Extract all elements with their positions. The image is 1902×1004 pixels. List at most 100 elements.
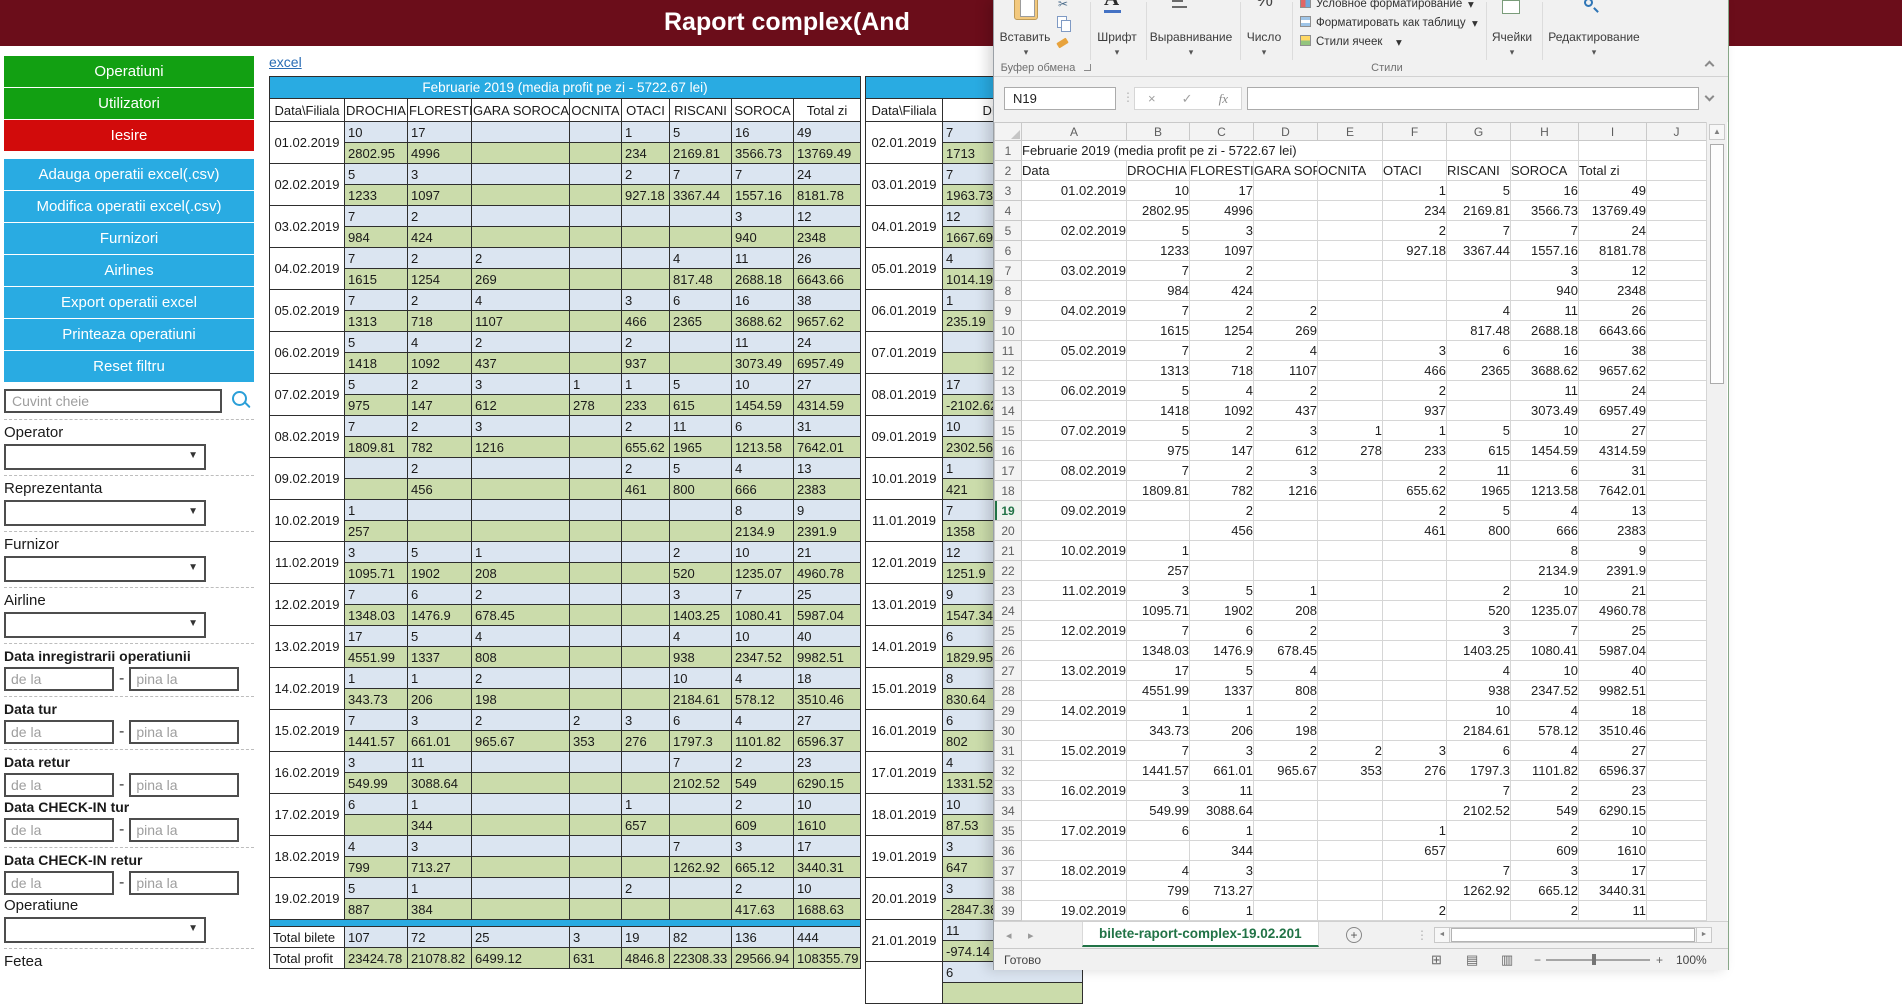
cell[interactable] (1647, 561, 1707, 581)
row-number-header[interactable]: 35 (995, 821, 1022, 841)
cell[interactable]: 1 (1127, 541, 1190, 561)
row-number-header[interactable]: 33 (995, 781, 1022, 801)
cell[interactable]: 10.02.2019 (1022, 541, 1127, 561)
row-number-header[interactable]: 11 (995, 341, 1022, 361)
cell[interactable]: 7 (1127, 261, 1190, 281)
cell[interactable] (1318, 481, 1383, 501)
date-to-input[interactable] (129, 871, 239, 895)
formula-input[interactable] (1247, 87, 1699, 110)
cell[interactable] (1647, 881, 1707, 901)
cell[interactable]: 3 (1383, 341, 1447, 361)
row-number-header[interactable]: 21 (995, 541, 1022, 561)
cell[interactable]: 10 (1579, 821, 1647, 841)
cell[interactable]: 1337 (1190, 681, 1254, 701)
cell[interactable]: 353 (1318, 761, 1383, 781)
cell[interactable]: 06.02.2019 (1022, 381, 1127, 401)
cell[interactable] (1647, 701, 1707, 721)
cell[interactable] (1318, 381, 1383, 401)
cell[interactable]: 424 (1190, 281, 1254, 301)
date-from-input[interactable] (4, 871, 114, 895)
cell[interactable]: 965.67 (1254, 761, 1318, 781)
cell[interactable] (1022, 321, 1127, 341)
row-number-header[interactable]: 8 (995, 281, 1022, 301)
cell[interactable]: 940 (1511, 281, 1579, 301)
cell[interactable] (1318, 301, 1383, 321)
cell[interactable] (1383, 621, 1447, 641)
cell[interactable] (1254, 901, 1318, 921)
cell[interactable]: 269 (1254, 321, 1318, 341)
cell[interactable]: 17.02.2019 (1022, 821, 1127, 841)
cell[interactable] (1383, 601, 1447, 621)
cell[interactable]: 24 (1579, 381, 1647, 401)
cells-group-button[interactable]: Ячейки (1486, 30, 1538, 44)
cell[interactable]: 31 (1579, 461, 1647, 481)
cell[interactable] (1318, 901, 1383, 921)
cell[interactable] (1647, 321, 1707, 341)
cell[interactable] (1022, 761, 1127, 781)
cell[interactable]: 27 (1579, 741, 1647, 761)
cell[interactable]: 1902 (1190, 601, 1254, 621)
cell[interactable] (1318, 841, 1383, 861)
cell[interactable] (1383, 681, 1447, 701)
paste-icon[interactable] (1014, 0, 1038, 20)
cell[interactable]: 234 (1383, 201, 1447, 221)
header-cell[interactable]: DROCHIA (1127, 161, 1190, 181)
column-letter-header[interactable]: J (1647, 123, 1707, 141)
cell[interactable] (1318, 621, 1383, 641)
cell[interactable]: 520 (1447, 601, 1511, 621)
cell[interactable] (1647, 521, 1707, 541)
cell[interactable]: 08.02.2019 (1022, 461, 1127, 481)
cell[interactable]: 3 (1447, 621, 1511, 641)
row-number-header[interactable]: 37 (995, 861, 1022, 881)
row-number-header[interactable]: 18 (995, 481, 1022, 501)
cell[interactable] (1318, 701, 1383, 721)
cell[interactable] (1647, 301, 1707, 321)
cell[interactable]: 17 (1579, 861, 1647, 881)
cell[interactable]: 5 (1127, 381, 1190, 401)
cell[interactable] (1190, 561, 1254, 581)
cell[interactable]: 1809.81 (1127, 481, 1190, 501)
search-button[interactable] (228, 388, 254, 414)
cell[interactable]: 7 (1127, 621, 1190, 641)
header-cell[interactable]: OCNITA (1318, 161, 1383, 181)
cell[interactable]: 1213.58 (1511, 481, 1579, 501)
cell[interactable] (1447, 261, 1511, 281)
cell[interactable] (1447, 541, 1511, 561)
cell[interactable]: 2 (1190, 341, 1254, 361)
cell[interactable] (1318, 881, 1383, 901)
select-all-corner[interactable] (995, 123, 1022, 141)
cell[interactable]: 800 (1447, 521, 1511, 541)
cell[interactable] (1254, 181, 1318, 201)
cell[interactable]: 11 (1190, 781, 1254, 801)
cell[interactable] (1022, 441, 1127, 461)
cell[interactable]: 2 (1254, 621, 1318, 641)
cell[interactable]: 206 (1190, 721, 1254, 741)
insert-function-icon[interactable]: fx (1219, 91, 1228, 107)
cell[interactable]: 7 (1127, 461, 1190, 481)
cell[interactable]: 1216 (1254, 481, 1318, 501)
cell[interactable] (1190, 541, 1254, 561)
cell[interactable] (1647, 761, 1707, 781)
cell[interactable] (1254, 241, 1318, 261)
sidebar-button[interactable]: Reset filtru (4, 351, 254, 382)
cell[interactable]: 437 (1254, 401, 1318, 421)
cell[interactable]: 11 (1579, 901, 1647, 921)
cell[interactable] (1647, 501, 1707, 521)
cell[interactable] (1383, 301, 1447, 321)
cell[interactable] (1647, 821, 1707, 841)
cell[interactable]: 808 (1254, 681, 1318, 701)
row-number-header[interactable]: 14 (995, 401, 1022, 421)
cell[interactable]: 1 (1254, 581, 1318, 601)
filter-select[interactable]: ▼ (4, 556, 206, 582)
cell[interactable]: 1441.57 (1127, 761, 1190, 781)
format-painter-icon[interactable] (1056, 38, 1069, 49)
row-number-header[interactable]: 13 (995, 381, 1022, 401)
cell[interactable] (1254, 801, 1318, 821)
font-dropdown-icon[interactable]: ▾ (1112, 48, 1122, 57)
cell[interactable] (1511, 141, 1579, 161)
cell[interactable] (1254, 281, 1318, 301)
header-cell[interactable]: SOROCA (1511, 161, 1579, 181)
cell[interactable]: 665.12 (1511, 881, 1579, 901)
paste-button[interactable]: Вставить (994, 30, 1056, 44)
scroll-up-icon[interactable]: ▲ (1709, 124, 1725, 140)
